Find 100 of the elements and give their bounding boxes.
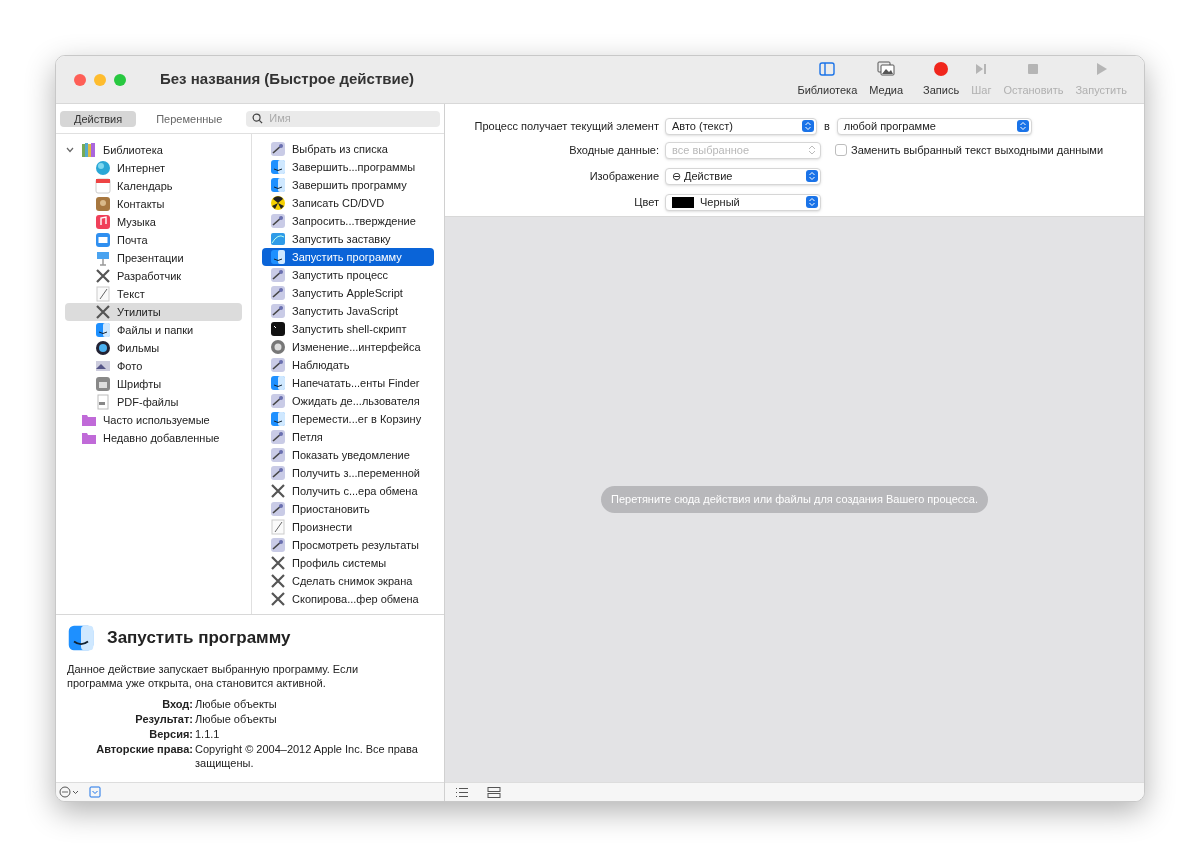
image-label: Изображение — [588, 168, 660, 184]
contacts-icon — [95, 196, 111, 212]
list-item[interactable]: Разработчик — [65, 267, 242, 285]
list-item[interactable]: Часто используемые — [65, 411, 242, 429]
list-item[interactable]: Получить з...переменной — [262, 464, 434, 482]
list-item[interactable]: Интернет — [65, 159, 242, 177]
list-item[interactable]: Петля — [262, 428, 434, 446]
stepper-icon — [806, 144, 818, 156]
close-button[interactable] — [74, 73, 86, 86]
application-dropdown[interactable]: любой программе — [836, 117, 1032, 135]
envelope-icon — [95, 232, 111, 248]
list-item[interactable]: Произнести — [262, 518, 434, 536]
list-item[interactable]: Шрифты — [65, 375, 242, 393]
list-item[interactable]: Получить с...ера обмена — [262, 482, 434, 500]
list-item[interactable]: Ожидать де...льзователя — [262, 392, 434, 410]
tools-icon — [270, 555, 286, 571]
list-view-icon[interactable] — [455, 786, 469, 798]
replace-checkbox[interactable]: Заменить выбранный текст выходными данными — [835, 141, 1104, 159]
list-item[interactable]: Календарь — [65, 177, 242, 195]
list-item[interactable]: Запустить AppleScript — [262, 284, 434, 302]
list-item[interactable]: Записать CD/DVD — [262, 194, 434, 212]
list-item[interactable]: Библиотека — [65, 141, 242, 159]
field-label: Версия: — [148, 727, 194, 741]
finder-icon — [67, 624, 95, 652]
list-item[interactable]: Запустить заставку — [262, 230, 434, 248]
list-item[interactable]: Просмотреть результаты — [262, 536, 434, 554]
tools-icon — [95, 304, 111, 320]
list-item[interactable]: Изменение...интерфейса — [262, 338, 434, 356]
folder-icon — [81, 430, 97, 446]
list-item[interactable]: Запустить программу — [262, 248, 434, 266]
toolbar-button[interactable]: Медиа — [864, 60, 909, 99]
list-item[interactable]: Напечатать...енты Finder — [262, 374, 434, 392]
search-field[interactable]: Имя — [246, 110, 440, 127]
list-item[interactable]: Профиль системы — [262, 554, 434, 572]
notepad-icon — [270, 519, 286, 535]
stepper-icon — [1016, 120, 1029, 132]
more-options-icon[interactable] — [59, 786, 81, 798]
list-item[interactable]: Приостановить — [262, 500, 434, 518]
field-value: Copyright © 2004–2012 Apple Inc. Все права защищены. — [195, 742, 419, 770]
calendar-icon — [95, 178, 111, 194]
list-item[interactable]: Сделать снимок экрана — [262, 572, 434, 590]
list-item[interactable]: Недавно добавленные — [65, 429, 242, 447]
list-item[interactable]: Показать уведомление — [262, 446, 434, 464]
list-item[interactable]: Выбрать из списка — [262, 140, 434, 158]
list-item[interactable]: Скопирова...фер обмена — [262, 590, 434, 608]
radiation-icon — [270, 195, 286, 211]
toolbar-button[interactable]: Запись — [918, 60, 965, 99]
field-label: Результат: — [134, 712, 194, 726]
finder-icon — [270, 159, 286, 175]
input-label: Входные данные: — [568, 142, 660, 158]
notepad-icon — [95, 286, 111, 302]
search-icon — [252, 113, 264, 124]
tools-icon — [270, 483, 286, 499]
list-item[interactable]: PDF-файлы — [65, 393, 242, 411]
list-item[interactable]: Запустить процесс — [262, 266, 434, 284]
list-item[interactable]: Файлы и папки — [65, 321, 242, 339]
photos-icon — [877, 60, 896, 79]
finder-icon — [270, 375, 286, 391]
drop-hint: Перетяните сюда действия или файлы для создания Вашего процесса. — [601, 486, 988, 513]
sidebar-icon — [818, 60, 837, 79]
list-item[interactable]: Запросить...тверждение — [262, 212, 434, 230]
receives-label: Процесс получает текущий элемент — [473, 118, 660, 134]
list-item[interactable]: Перемести...ег в Корзину — [262, 410, 434, 428]
color-dropdown[interactable]: Черный — [665, 193, 821, 211]
finder-icon — [270, 177, 286, 193]
field-label: Вход: — [161, 697, 194, 711]
list-item[interactable]: Запустить shell-скрипт — [262, 320, 434, 338]
field-value: Любые объекты — [195, 697, 278, 711]
disclosure-icon[interactable] — [65, 145, 75, 155]
toolbar-button[interactable]: Библиотека — [792, 60, 863, 99]
list-item[interactable]: Текст — [65, 285, 242, 303]
tools-icon — [270, 573, 286, 589]
list-item[interactable]: Почта — [65, 231, 242, 249]
list-item[interactable]: Завершить...программы — [262, 158, 434, 176]
input-type-dropdown[interactable]: Авто (текст) — [665, 117, 817, 135]
sidebar-tab[interactable]: Действия — [60, 110, 137, 127]
list-item[interactable]: Фото — [65, 357, 242, 375]
record-icon — [932, 60, 951, 79]
stepper-icon — [802, 120, 814, 132]
sidebar-tab[interactable]: Переменные — [142, 110, 237, 127]
list-item[interactable]: Наблюдать — [262, 356, 434, 374]
split-view-icon[interactable] — [487, 786, 501, 798]
window-title: Без названия (Быстрое действие) — [160, 69, 415, 90]
finder-icon — [95, 322, 111, 338]
tools-icon — [95, 268, 111, 284]
photo-icon — [95, 358, 111, 374]
action-description: Данное действие запускает выбранную программу. Если программа уже открыта, она становится активной. — [67, 662, 360, 690]
list-item[interactable]: Завершить программу — [262, 176, 434, 194]
list-item[interactable]: Фильмы — [65, 339, 242, 357]
action-title: Запустить программу — [107, 627, 291, 650]
image-dropdown[interactable]: ⊖ Действие — [665, 167, 821, 185]
list-item[interactable]: Запустить JavaScript — [262, 302, 434, 320]
field-label: Авторские права: — [95, 742, 194, 757]
list-item[interactable]: Музыка — [65, 213, 242, 231]
list-item[interactable]: Презентации — [65, 249, 242, 267]
list-item[interactable]: Контакты — [65, 195, 242, 213]
globe-icon — [95, 160, 111, 176]
description-toggle-icon[interactable] — [89, 786, 101, 798]
color-label: Цвет — [633, 194, 660, 210]
list-item[interactable]: Утилиты — [65, 303, 242, 321]
